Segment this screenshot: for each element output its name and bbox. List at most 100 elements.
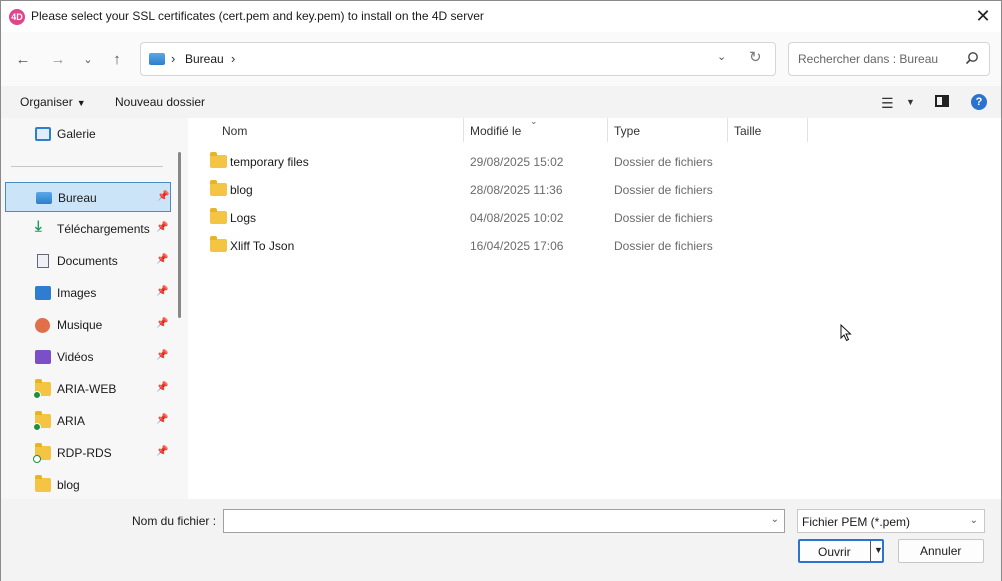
sidebar-item-bureau[interactable]: Bureau 📌 [5,182,171,212]
breadcrumb-chevron-icon[interactable]: › [231,51,235,66]
cancel-button[interactable]: Annuler [898,539,984,563]
sidebar-item-music[interactable]: Musique 📌 [5,310,171,340]
sidebar-item-label: Images [57,286,97,300]
folder-icon [35,475,51,492]
preview-pane-icon[interactable] [935,95,949,107]
caret-down-icon[interactable]: ▼ [906,97,915,107]
navigation-bar: ← → ⌄ ↑ › Bureau › ⌄ ↻ Rechercher dans :… [1,32,1001,86]
sidebar-item-downloads[interactable]: ⤓ Téléchargements 📌 [5,214,171,244]
file-row[interactable]: blog 28/08/2025 11:36 Dossier de fichier… [206,178,796,202]
split-divider [870,541,871,561]
sidebar-item-aria-web[interactable]: ARIA-WEB 📌 [5,374,171,404]
file-name: temporary files [230,155,309,169]
sidebar-item-blog[interactable]: blog [5,470,171,499]
back-arrow-icon[interactable]: ← [11,48,35,72]
sidebar-item-label: blog [57,478,80,492]
sidebar-item-gallery[interactable]: Galerie [5,119,171,149]
column-separator[interactable] [607,118,608,142]
view-options-icon[interactable]: ☰ [881,95,894,112]
file-modified: 28/08/2025 11:36 [470,183,563,197]
app-icon: 4D [9,9,25,25]
organize-label: Organiser [20,95,73,109]
file-open-dialog: 4D Please select your SSL certificates (… [0,0,1002,581]
open-button[interactable]: Ouvrir ▼ [798,539,884,563]
sidebar-scrollbar[interactable] [178,152,181,318]
caret-down-icon: ▼ [76,98,86,108]
column-separator[interactable] [463,118,464,142]
close-icon[interactable]: ✕ [971,4,995,28]
chevron-down-icon[interactable]: ⌄ [771,514,779,525]
search-input[interactable]: Rechercher dans : Bureau [798,52,938,66]
folder-icon [210,152,227,168]
file-name: blog [230,183,253,197]
sidebar-item-videos[interactable]: Vidéos 📌 [5,342,171,372]
help-icon[interactable]: ? [971,94,987,110]
sort-chevron-icon: ⌄ [530,116,538,126]
file-type: Dossier de fichiers [614,183,713,197]
folder-available-icon [33,443,51,463]
cancel-button-label: Annuler [920,544,962,558]
sidebar-item-images[interactable]: Images 📌 [5,278,171,308]
file-list: Nom Modifié le ⌄ Type Taille temporary f… [188,116,1001,499]
open-button-label: Ouvrir [818,545,851,559]
column-header-type[interactable]: Type [614,124,640,138]
video-icon [35,350,51,364]
new-folder-button[interactable]: Nouveau dossier [115,95,205,109]
address-bar[interactable]: › Bureau › ⌄ ↻ [140,42,776,76]
filename-field[interactable]: ⌄ [223,509,785,533]
pin-icon: 📌 [157,191,170,202]
folder-synced-icon [33,411,51,431]
column-header-size[interactable]: Taille [734,124,761,138]
refresh-icon[interactable]: ↻ [749,48,762,66]
caret-down-icon[interactable]: ▼ [874,545,883,555]
window-title: Please select your SSL certificates (cer… [31,9,484,23]
sidebar-item-label: ARIA-WEB [57,382,117,396]
sidebar-item-label: ARIA [57,414,86,428]
breadcrumb-chevron-icon[interactable]: › [171,51,175,66]
music-icon [35,318,50,333]
file-name: Xliff To Json [230,239,295,253]
file-type: Dossier de fichiers [614,211,713,225]
mouse-cursor-icon [840,324,852,342]
search-box[interactable]: Rechercher dans : Bureau [788,42,990,76]
desktop-icon [36,192,52,204]
sync-status-icon [33,423,41,431]
file-type: Dossier de fichiers [614,155,713,169]
recent-locations-chevron-icon[interactable]: ⌄ [76,48,100,72]
up-arrow-icon[interactable]: ↑ [105,48,129,72]
address-dropdown-chevron-icon[interactable]: ⌄ [717,50,726,63]
filename-label: Nom du fichier : [132,514,217,528]
forward-arrow-icon[interactable]: → [46,48,70,72]
breadcrumb-location[interactable]: Bureau [185,52,224,66]
pin-icon: 📌 [156,382,169,393]
dialog-footer: Nom du fichier : ⌄ Fichier PEM (*.pem) ⌄… [1,499,1001,581]
title-bar: 4D Please select your SSL certificates (… [1,1,1001,32]
sidebar-item-rdp-rds[interactable]: RDP-RDS 📌 [5,438,171,468]
chevron-down-icon[interactable]: ⌄ [970,515,978,526]
column-header-modified[interactable]: Modifié le [470,124,521,138]
pin-icon: 📌 [156,446,169,457]
organize-menu-button[interactable]: Organiser ▼ [20,95,86,109]
file-modified: 29/08/2025 15:02 [470,155,564,169]
column-header-name[interactable]: Nom [222,124,247,138]
images-icon [35,286,51,300]
download-icon: ⤓ [35,218,42,235]
sidebar-item-label: Bureau [58,191,97,205]
column-separator[interactable] [807,118,808,142]
sidebar-item-label: Galerie [57,127,96,141]
desktop-icon [149,53,165,65]
folder-synced-icon [33,379,51,399]
sidebar-item-documents[interactable]: Documents 📌 [5,246,171,276]
file-row[interactable]: Logs 04/08/2025 10:02 Dossier de fichier… [206,206,796,230]
sidebar-item-aria[interactable]: ARIA 📌 [5,406,171,436]
search-icon[interactable] [965,51,979,65]
file-row[interactable]: temporary files 29/08/2025 15:02 Dossier… [206,150,796,174]
file-type-filter-select[interactable]: Fichier PEM (*.pem) ⌄ [797,509,985,533]
pin-icon: 📌 [156,286,169,297]
sidebar-item-label: Documents [57,254,118,268]
column-separator[interactable] [727,118,728,142]
file-row[interactable]: Xliff To Json 16/04/2025 17:06 Dossier d… [206,234,796,258]
folder-icon [210,208,227,224]
navigation-pane: Galerie Bureau 📌 ⤓ Téléchargements 📌 Doc… [1,118,188,499]
sidebar-item-label: RDP-RDS [57,446,112,460]
